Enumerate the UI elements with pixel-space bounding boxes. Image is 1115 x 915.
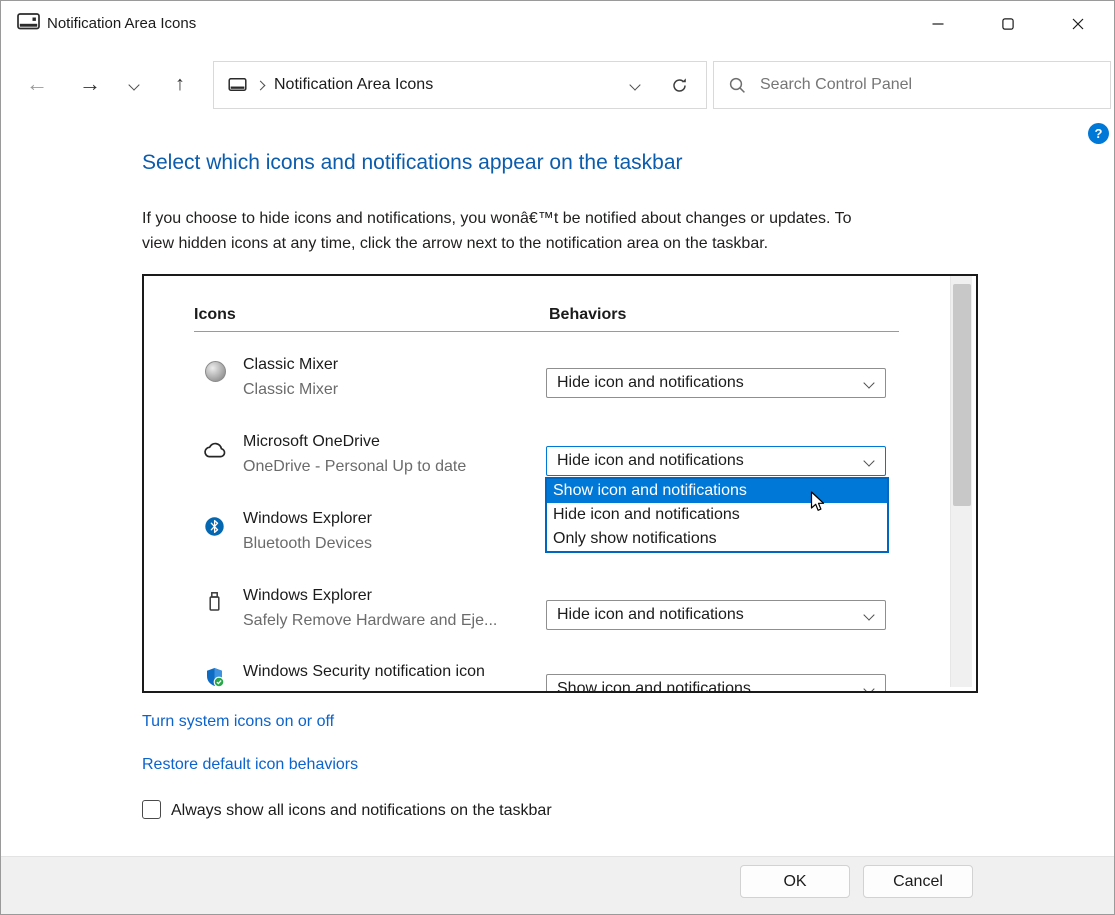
bluetooth-icon bbox=[205, 517, 224, 541]
dropdown-option[interactable]: Only show notifications bbox=[547, 527, 887, 551]
page-title: Select which icons and notifications app… bbox=[142, 151, 683, 175]
row-sub: Classic Mixer bbox=[243, 381, 338, 399]
row-name: Microsoft OneDrive bbox=[243, 433, 380, 451]
security-shield-check-icon bbox=[204, 667, 225, 693]
chevron-down-icon bbox=[128, 79, 139, 90]
forward-button[interactable]: → bbox=[76, 69, 104, 99]
mouse-cursor-icon bbox=[810, 491, 825, 518]
row-sub: Safely Remove Hardware and Eje... bbox=[243, 612, 497, 630]
titlebar: Notification Area Icons bbox=[1, 1, 1115, 46]
app-icon bbox=[17, 13, 40, 37]
behavior-select-open[interactable]: Hide icon and notifications bbox=[546, 446, 886, 476]
refresh-icon bbox=[671, 77, 688, 94]
back-button[interactable]: ← bbox=[23, 69, 51, 99]
breadcrumb-chevron-icon bbox=[256, 80, 266, 90]
row-sub: Bluetooth Devices bbox=[243, 535, 372, 553]
close-button[interactable] bbox=[1055, 1, 1101, 46]
column-header-behaviors: Behaviors bbox=[549, 306, 626, 324]
breadcrumb-location: Notification Area Icons bbox=[274, 76, 433, 94]
refresh-button[interactable] bbox=[662, 65, 696, 105]
row-sub: OneDrive - Personal Up to date bbox=[243, 458, 466, 476]
row-name: Windows Explorer bbox=[243, 510, 372, 528]
maximize-button[interactable] bbox=[985, 1, 1031, 46]
address-bar[interactable]: Notification Area Icons bbox=[213, 61, 707, 109]
chevron-down-icon bbox=[629, 79, 640, 90]
onedrive-cloud-icon bbox=[202, 442, 227, 464]
header-divider bbox=[194, 331, 899, 332]
column-header-icons: Icons bbox=[194, 306, 236, 324]
ok-button[interactable]: OK bbox=[740, 865, 850, 898]
location-icon bbox=[228, 78, 247, 93]
behavior-select[interactable]: Hide icon and notifications bbox=[546, 368, 886, 398]
control-panel-window: Notification Area Icons ← → ↑ Notificati… bbox=[0, 0, 1115, 915]
behavior-select[interactable]: Hide icon and notifications bbox=[546, 600, 886, 630]
footer: OK Cancel bbox=[1, 856, 1115, 915]
scrollbar-thumb[interactable] bbox=[953, 284, 971, 506]
help-button[interactable]: ? bbox=[1088, 123, 1109, 144]
search-icon bbox=[728, 76, 746, 94]
icon-behavior-list: Icons Behaviors Classic Mixer Classic Mi… bbox=[142, 274, 978, 693]
up-button[interactable]: ↑ bbox=[166, 69, 194, 99]
dropdown-option[interactable]: Hide icon and notifications bbox=[547, 503, 887, 527]
minimize-button[interactable] bbox=[915, 1, 961, 46]
address-dropdown-button[interactable] bbox=[618, 65, 652, 105]
cancel-button[interactable]: Cancel bbox=[863, 865, 973, 898]
dropdown-option-highlighted[interactable]: Show icon and notifications bbox=[547, 479, 887, 503]
window-title: Notification Area Icons bbox=[47, 14, 196, 34]
row-name: Classic Mixer bbox=[243, 356, 338, 374]
row-name: Windows Explorer bbox=[243, 587, 372, 605]
behavior-select[interactable]: Show icon and notifications bbox=[546, 674, 886, 693]
always-show-checkbox[interactable] bbox=[142, 800, 161, 819]
row-name: Windows Security notification icon bbox=[243, 663, 485, 681]
always-show-checkbox-label: Always show all icons and notifications … bbox=[171, 802, 552, 820]
page-description: If you choose to hide icons and notifica… bbox=[142, 206, 870, 256]
turn-system-icons-link[interactable]: Turn system icons on or off bbox=[142, 713, 334, 731]
search-input[interactable] bbox=[758, 75, 1096, 95]
usb-drive-icon bbox=[207, 591, 222, 617]
behavior-dropdown-menu: Show icon and notifications Hide icon an… bbox=[545, 477, 889, 553]
chevron-down-icon bbox=[863, 683, 874, 693]
volume-speaker-icon bbox=[205, 361, 226, 382]
recent-pages-chevron-button[interactable] bbox=[124, 73, 144, 97]
scrollbar[interactable] bbox=[950, 276, 972, 687]
chevron-down-icon bbox=[863, 609, 874, 620]
chevron-down-icon bbox=[863, 455, 874, 466]
search-box[interactable] bbox=[713, 61, 1111, 109]
restore-defaults-link[interactable]: Restore default icon behaviors bbox=[142, 756, 358, 774]
chevron-down-icon bbox=[863, 377, 874, 388]
